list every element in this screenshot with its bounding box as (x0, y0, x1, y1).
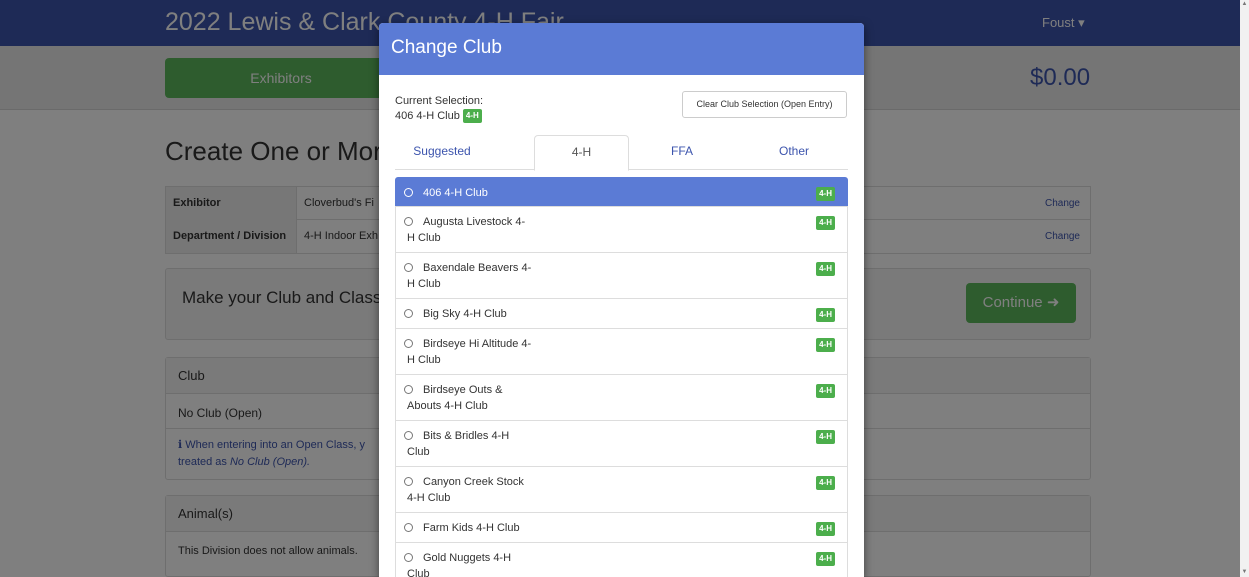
list-item[interactable]: Birdseye Hi Altitude 4- H Club 4-H (395, 328, 848, 375)
club-name-line2: Abouts 4-H Club (407, 400, 488, 412)
scroll-down-arrow-icon[interactable]: ▼ (1240, 568, 1249, 577)
club-badge: 4-H (816, 384, 835, 398)
club-name: Canyon Creek Stock (423, 476, 524, 488)
list-item[interactable]: Birdseye Outs & Abouts 4-H Club 4-H (395, 374, 848, 421)
change-club-modal: Change Club Current Selection: 406 4-H C… (379, 23, 864, 577)
current-selection-label: Current Selection: (395, 95, 484, 107)
club-name-line2: Club (407, 568, 430, 577)
modal-header: Change Club (379, 23, 864, 75)
list-item[interactable]: Augusta Livestock 4- H Club 4-H (395, 206, 848, 253)
clear-club-selection-button[interactable]: Clear Club Selection (Open Entry) (682, 91, 847, 118)
tab-ffa[interactable]: FFA (635, 135, 729, 170)
club-badge: 4-H (816, 262, 835, 276)
list-item[interactable]: Gold Nuggets 4-H Club 4-H (395, 542, 848, 577)
club-badge: 4-H (816, 308, 835, 322)
list-item[interactable]: Baxendale Beavers 4- H Club 4-H (395, 252, 848, 299)
club-name: 406 4-H Club (423, 187, 488, 199)
club-name: Birdseye Outs & (423, 384, 503, 396)
club-name-line2: H Club (407, 354, 441, 366)
club-name: Farm Kids 4-H Club (423, 522, 520, 534)
current-club-name: 406 4-H Club (395, 109, 460, 122)
club-badge: 4-H (816, 216, 835, 230)
club-name: Birdseye Hi Altitude 4- (423, 338, 532, 350)
tab-4h[interactable]: 4-H (534, 135, 629, 171)
list-item[interactable]: Big Sky 4-H Club 4-H (395, 298, 848, 329)
tab-suggested[interactable]: Suggested (395, 135, 489, 170)
club-type-badge: 4-H (462, 109, 482, 123)
list-item[interactable]: 406 4-H Club 4-H (395, 177, 848, 207)
current-selection-value: 406 4-H Club 4-H (395, 109, 482, 123)
club-type-tabs: Suggested 4-H FFA Other (395, 135, 848, 171)
club-name: Bits & Bridles 4-H (423, 430, 510, 442)
club-badge: 4-H (816, 476, 835, 490)
club-badge: 4-H (816, 187, 835, 201)
club-badge: 4-H (816, 552, 835, 566)
page-scrollbar[interactable]: ▲ ▼ (1240, 0, 1249, 577)
club-name: Baxendale Beavers 4- (423, 262, 532, 274)
club-name-line2: 4-H Club (407, 492, 451, 504)
club-badge: 4-H (816, 338, 835, 352)
club-name-line2: H Club (407, 278, 441, 290)
club-name: Augusta Livestock 4- (423, 216, 526, 228)
club-name: Gold Nuggets 4-H (423, 552, 512, 564)
scroll-up-arrow-icon[interactable]: ▲ (1240, 0, 1249, 9)
list-item[interactable]: Canyon Creek Stock 4-H Club 4-H (395, 466, 848, 513)
club-list: 406 4-H Club 4-H Augusta Livestock 4- H … (395, 177, 848, 577)
club-name-line2: Club (407, 446, 430, 458)
tab-other[interactable]: Other (747, 135, 841, 170)
list-item[interactable]: Bits & Bridles 4-H Club 4-H (395, 420, 848, 467)
club-name-line2: H Club (407, 232, 441, 244)
club-name: Big Sky 4-H Club (423, 308, 507, 320)
list-item[interactable]: Farm Kids 4-H Club 4-H (395, 512, 848, 543)
club-badge: 4-H (816, 430, 835, 444)
modal-title: Change Club (391, 37, 502, 58)
club-badge: 4-H (816, 522, 835, 536)
